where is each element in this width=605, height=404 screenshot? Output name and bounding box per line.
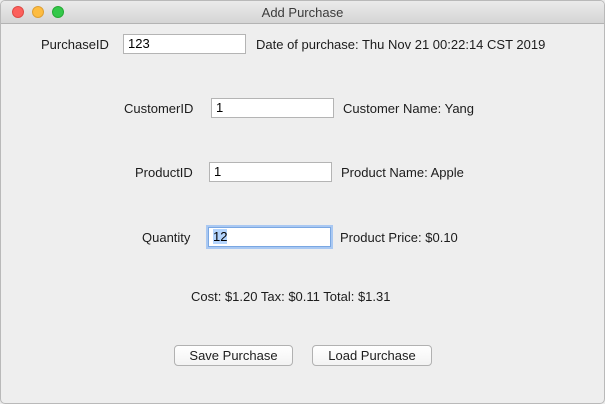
- title-bar: Add Purchase: [1, 1, 604, 24]
- add-purchase-window: Add Purchase PurchaseID 123 Date of purc…: [0, 0, 605, 404]
- product-id-value: 1: [214, 164, 222, 179]
- customer-id-label: CustomerID: [124, 101, 194, 116]
- quantity-label: Quantity: [142, 230, 191, 245]
- quantity-field[interactable]: 12: [208, 227, 331, 247]
- purchase-id-value: 123: [128, 36, 150, 51]
- purchase-date-text: Date of purchase: Thu Nov 21 00:22:14 CS…: [256, 37, 546, 52]
- customer-id-field[interactable]: 1: [211, 98, 334, 118]
- quantity-value: 12: [213, 229, 228, 244]
- product-id-label: ProductID: [135, 165, 193, 180]
- product-name-text: Product Name: Apple: [341, 165, 464, 180]
- cost-summary-text: Cost: $1.20 Tax: $0.11 Total: $1.31: [191, 289, 391, 304]
- purchase-id-label: PurchaseID: [41, 37, 109, 52]
- product-price-text: Product Price: $0.10: [340, 230, 458, 245]
- load-purchase-button[interactable]: Load Purchase: [312, 345, 432, 366]
- purchase-id-field[interactable]: 123: [123, 34, 246, 54]
- window-title: Add Purchase: [261, 5, 344, 20]
- save-purchase-button[interactable]: Save Purchase: [174, 345, 293, 366]
- customer-id-value: 1: [216, 100, 224, 115]
- product-id-field[interactable]: 1: [209, 162, 332, 182]
- customer-name-text: Customer Name: Yang: [343, 101, 475, 116]
